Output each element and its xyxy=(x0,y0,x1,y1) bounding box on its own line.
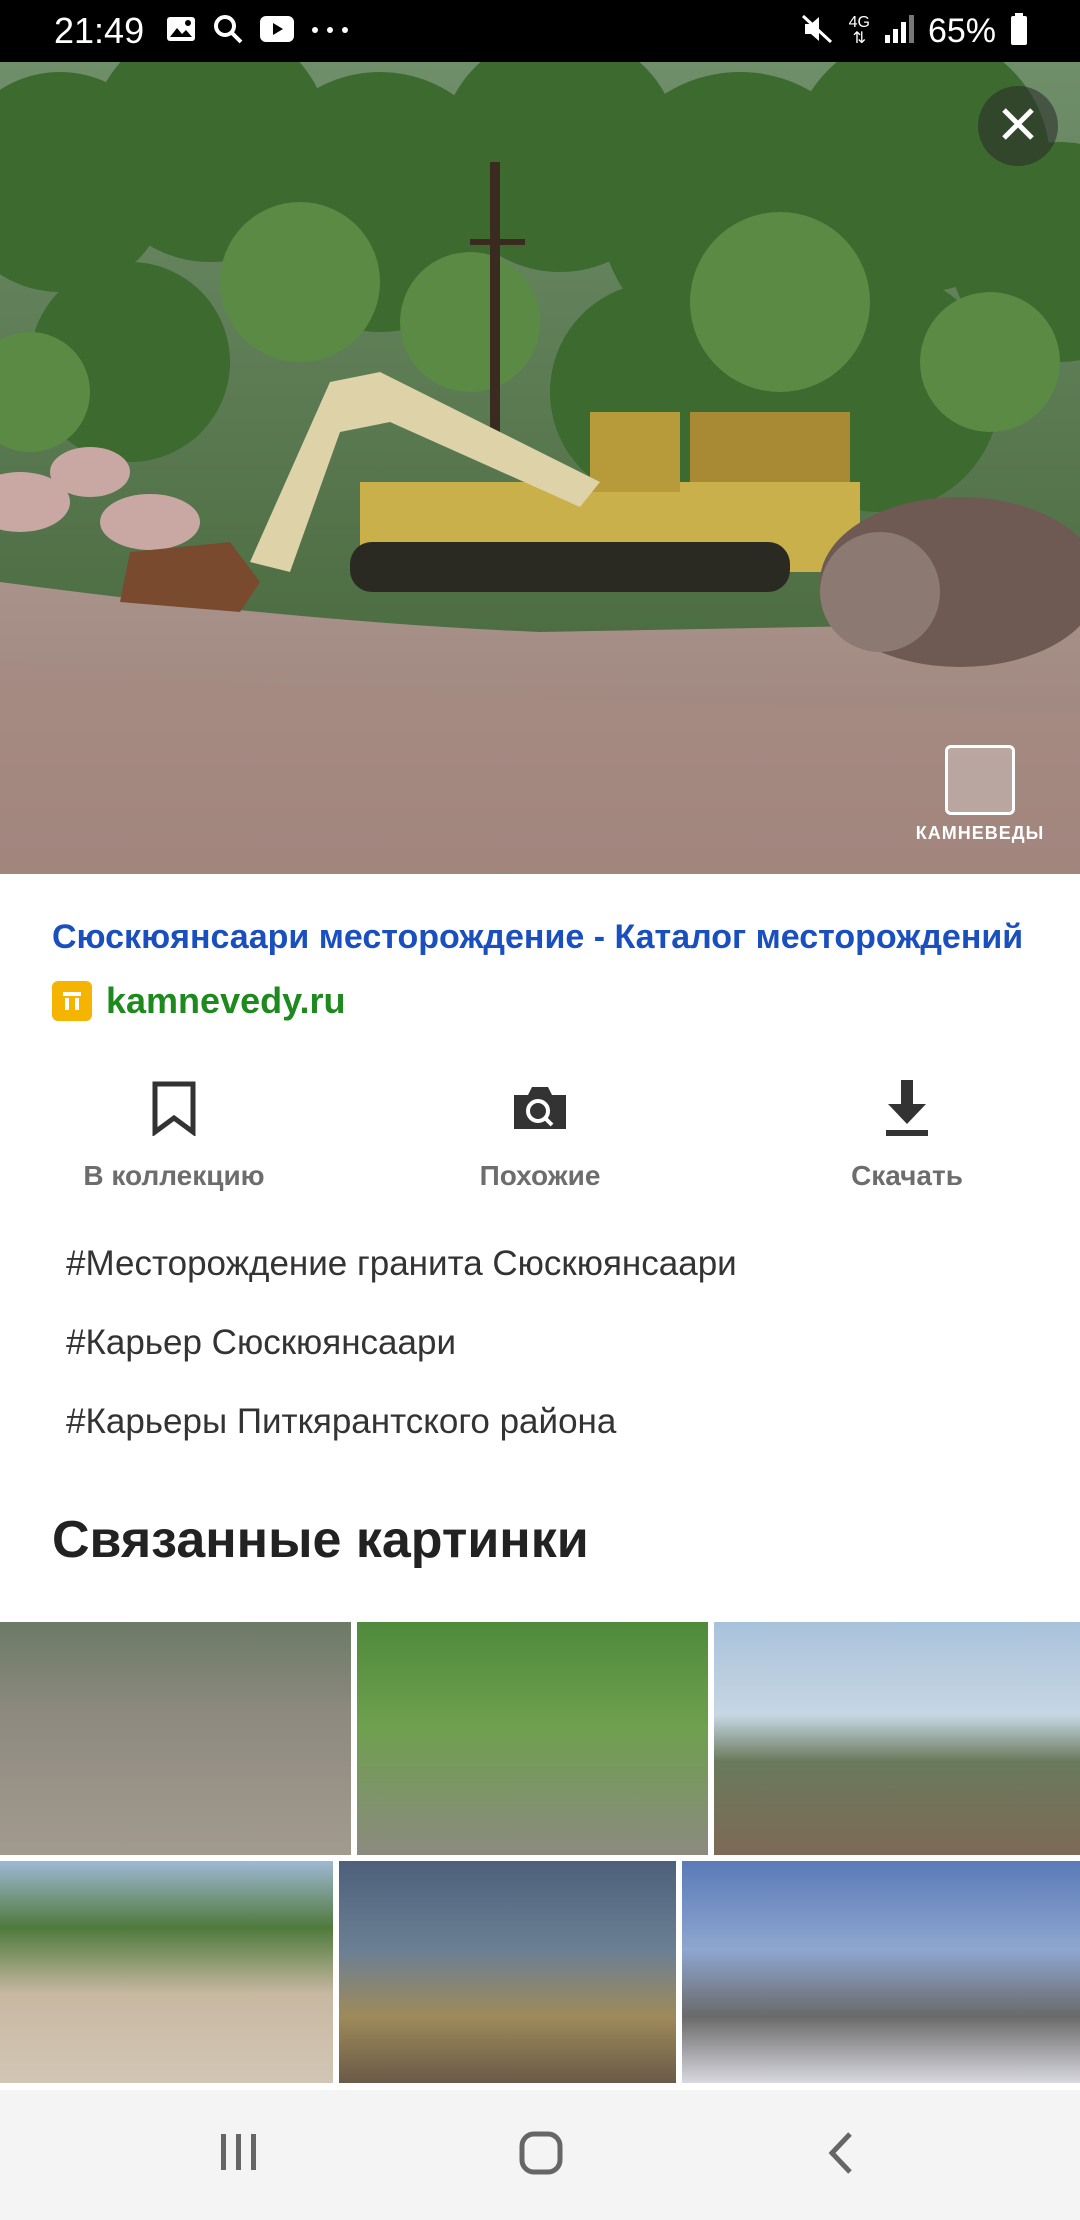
main-image[interactable]: КАМНЕВЕДЫ xyxy=(0,62,1080,874)
download-icon xyxy=(777,1072,1037,1144)
site-favicon-icon xyxy=(52,981,92,1021)
related-images-title: Связанные картинки xyxy=(52,1511,589,1569)
related-image-thumbnail[interactable] xyxy=(0,1861,333,2083)
back-icon[interactable] xyxy=(826,2130,856,2181)
camera-search-icon xyxy=(410,1072,670,1144)
home-icon[interactable] xyxy=(518,2130,564,2181)
status-bar: 21:49 4G ⇅ 65% xyxy=(0,0,1080,62)
youtube-icon xyxy=(260,15,295,47)
result-title[interactable]: Сюскюянсаари месторождение - Каталог мес… xyxy=(52,918,1032,957)
status-right: 4G ⇅ 65% xyxy=(801,12,1028,51)
related-images-row xyxy=(0,1861,1080,2083)
similar-images-label: Похожие xyxy=(479,1160,601,1191)
more-icon xyxy=(310,22,350,40)
add-to-collection-label: В коллекцию xyxy=(83,1160,265,1191)
image-icon xyxy=(166,16,196,47)
battery-icon xyxy=(1010,12,1028,50)
source-watermark: КАМНЕВЕДЫ xyxy=(910,745,1050,844)
network-type: 4G ⇅ xyxy=(848,14,870,47)
navigation-bar xyxy=(0,2090,1080,2220)
tag-item[interactable]: #Карьер Сюскюянсаари xyxy=(66,1315,737,1394)
related-image-thumbnail[interactable] xyxy=(357,1622,708,1855)
recent-apps-icon[interactable] xyxy=(218,2130,260,2179)
download-button[interactable]: Скачать xyxy=(777,1072,1037,1192)
add-to-collection-button[interactable]: В коллекцию xyxy=(44,1072,304,1192)
close-button[interactable] xyxy=(978,86,1058,166)
related-image-thumbnail[interactable] xyxy=(339,1861,676,2083)
tag-item[interactable]: #Карьеры Питкярантского района xyxy=(66,1394,737,1473)
bookmark-icon xyxy=(44,1072,304,1144)
source-link[interactable]: kamnevedy.ru xyxy=(52,980,345,1022)
related-images-row xyxy=(0,1622,1080,1855)
signal-icon xyxy=(884,14,914,48)
search-icon xyxy=(212,13,244,50)
related-image-thumbnail[interactable] xyxy=(0,1622,351,1855)
similar-images-button[interactable]: Похожие xyxy=(410,1072,670,1192)
source-domain: kamnevedy.ru xyxy=(106,980,346,1021)
watermark-text: КАМНЕВЕДЫ xyxy=(915,823,1045,843)
action-bar: В коллекцию Похожие Скачать xyxy=(0,1072,1080,1202)
tag-list: #Месторождение гранита Сюскюянсаари #Кар… xyxy=(66,1236,737,1473)
battery-percent: 65% xyxy=(927,11,996,50)
tag-item[interactable]: #Месторождение гранита Сюскюянсаари xyxy=(66,1236,737,1315)
related-image-thumbnail[interactable] xyxy=(714,1622,1080,1855)
download-label: Скачать xyxy=(851,1160,963,1191)
network-label: 4G xyxy=(848,14,870,31)
watermark-logo-icon xyxy=(945,745,1015,815)
status-time: 21:49 xyxy=(54,10,145,51)
close-icon xyxy=(998,104,1038,149)
mute-icon xyxy=(801,14,835,49)
related-image-thumbnail[interactable] xyxy=(682,1861,1080,2083)
